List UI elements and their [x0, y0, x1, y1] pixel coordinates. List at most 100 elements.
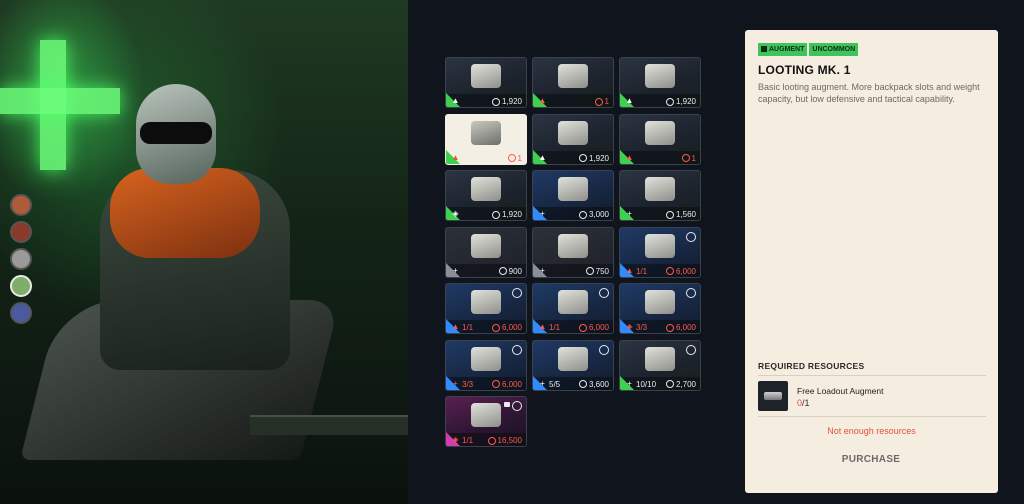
resource-thumbnail [758, 381, 788, 411]
item-thumbnail [645, 64, 675, 88]
item-price: 1,920 [491, 97, 522, 106]
item-card[interactable]: ▲ 1/1 6,000 [445, 283, 527, 334]
augment-icon: ▲ [538, 96, 547, 105]
item-price: 6,000 [491, 323, 522, 332]
item-price: 1,920 [665, 97, 696, 106]
item-card[interactable]: ▲ 1,920 [445, 57, 527, 108]
augment-icon [761, 46, 767, 53]
item-thumbnail [471, 120, 501, 145]
item-price-value: 6,000 [675, 266, 696, 276]
item-quantity: 3/3 [462, 379, 474, 389]
item-price-value: 16,500 [497, 436, 522, 445]
currency-icon [491, 97, 500, 106]
item-price-value: 3,600 [588, 379, 609, 389]
item-quantity: 1/1 [462, 436, 474, 445]
item-card[interactable]: +1,560 [619, 170, 701, 221]
item-card[interactable]: ▲ 1,920 [619, 57, 701, 108]
item-card[interactable]: ▲ 1 [532, 57, 614, 108]
currency-icon [681, 154, 690, 163]
item-thumbnail [558, 177, 588, 201]
item-price: 3,000 [578, 210, 609, 219]
character-scene [0, 0, 408, 504]
item-price-value: 1,920 [501, 210, 522, 219]
item-price: 900 [498, 267, 522, 276]
item-card[interactable]: +3/3 6,000 [445, 339, 527, 391]
item-quantity: 10/10 [636, 379, 657, 389]
augment-icon: ▲ [451, 152, 460, 162]
item-thumbnail [558, 64, 588, 88]
item-card[interactable]: ◈ 1/1 16,500 [445, 396, 527, 447]
timer-icon [599, 344, 609, 355]
item-quantity: 1/1 [462, 323, 474, 332]
item-card[interactable]: +750 [532, 226, 614, 278]
item-price: 6,000 [491, 379, 522, 389]
currency-icon [491, 380, 500, 389]
resource-count: 0/1 [797, 398, 810, 408]
tag-augment: AUGMENT [758, 43, 808, 56]
currency-icon [487, 436, 496, 445]
item-thumbnail [645, 120, 675, 145]
purchase-button[interactable]: PURCHASE [821, 450, 921, 470]
currency-icon [578, 380, 587, 389]
timer-icon [512, 288, 522, 298]
item-card[interactable]: +900 [445, 226, 527, 278]
item-card[interactable]: ◈ 3/3 6,000 [619, 283, 701, 334]
item-price-value: 1,560 [675, 210, 696, 219]
augment-icon: ▲ [538, 322, 547, 331]
character-portrait[interactable] [10, 275, 32, 297]
shield-icon: ◈ [452, 209, 459, 218]
currency-icon [498, 267, 507, 276]
currency-icon [665, 210, 674, 219]
item-card[interactable]: ▲ 1 [445, 113, 527, 165]
character-portrait[interactable] [10, 248, 32, 270]
timer-icon [686, 231, 696, 242]
item-price: 3,600 [578, 379, 609, 389]
character-portrait[interactable] [10, 221, 32, 243]
item-thumbnail [558, 120, 588, 145]
resource-name: Free Loadout Augment [797, 386, 884, 396]
character-portrait[interactable] [10, 302, 32, 324]
item-price-value: 6,000 [501, 379, 522, 389]
neon-cross-horizontal [0, 88, 120, 114]
item-card[interactable]: ◈ 1,920 [445, 170, 527, 221]
item-price-value: 750 [595, 266, 609, 276]
item-card[interactable]: +5/5 3,600 [532, 339, 614, 391]
timer-icon [686, 288, 696, 298]
item-card[interactable]: ▲ 1 [619, 113, 701, 165]
item-quantity: 1/1 [636, 266, 648, 276]
character-portrait[interactable] [10, 194, 32, 216]
resource-need: /1 [802, 398, 810, 408]
plus-icon: + [540, 378, 545, 388]
tag-augment-label: AUGMENT [769, 46, 805, 53]
item-card[interactable]: +10/10 2,700 [619, 339, 701, 391]
item-quantity: 1/1 [549, 323, 561, 332]
item-card[interactable]: ▲ 1/1 6,000 [619, 226, 701, 278]
plus-icon: + [540, 209, 545, 218]
item-thumbnail [471, 177, 501, 201]
shield-icon: ◈ [452, 435, 459, 444]
item-detail-panel: AUGMENT UNCOMMON LOOTING MK. 1 Basic loo… [745, 30, 998, 493]
currency-icon [578, 210, 587, 219]
shield-icon: ◈ [626, 322, 633, 331]
augment-icon: ▲ [625, 265, 634, 275]
item-price-value: 1,920 [588, 153, 609, 163]
not-enough-resources-warning: Not enough resources [827, 426, 916, 436]
item-thumbnail [471, 403, 501, 427]
timer-icon [599, 288, 609, 298]
item-card[interactable]: ▲ 1,920 [532, 113, 614, 165]
item-card[interactable]: +3,000 [532, 170, 614, 221]
item-price: 6,000 [665, 323, 696, 332]
required-resources-header: REQUIRED RESOURCES [758, 361, 865, 371]
item-card[interactable]: ▲ 1/1 6,000 [532, 283, 614, 334]
item-thumbnail [471, 290, 501, 314]
item-price-value: 1 [691, 153, 696, 163]
item-price-value: 1,920 [501, 97, 522, 106]
item-price-value: 3,000 [588, 210, 609, 219]
item-price-value: 6,000 [501, 323, 522, 332]
item-quantity: 3/3 [636, 323, 648, 332]
divider [758, 416, 986, 417]
item-price-value: 1 [604, 97, 609, 106]
augment-icon: ▲ [538, 152, 547, 162]
item-price-value: 6,000 [588, 323, 609, 332]
augment-icon: ▲ [451, 322, 460, 331]
